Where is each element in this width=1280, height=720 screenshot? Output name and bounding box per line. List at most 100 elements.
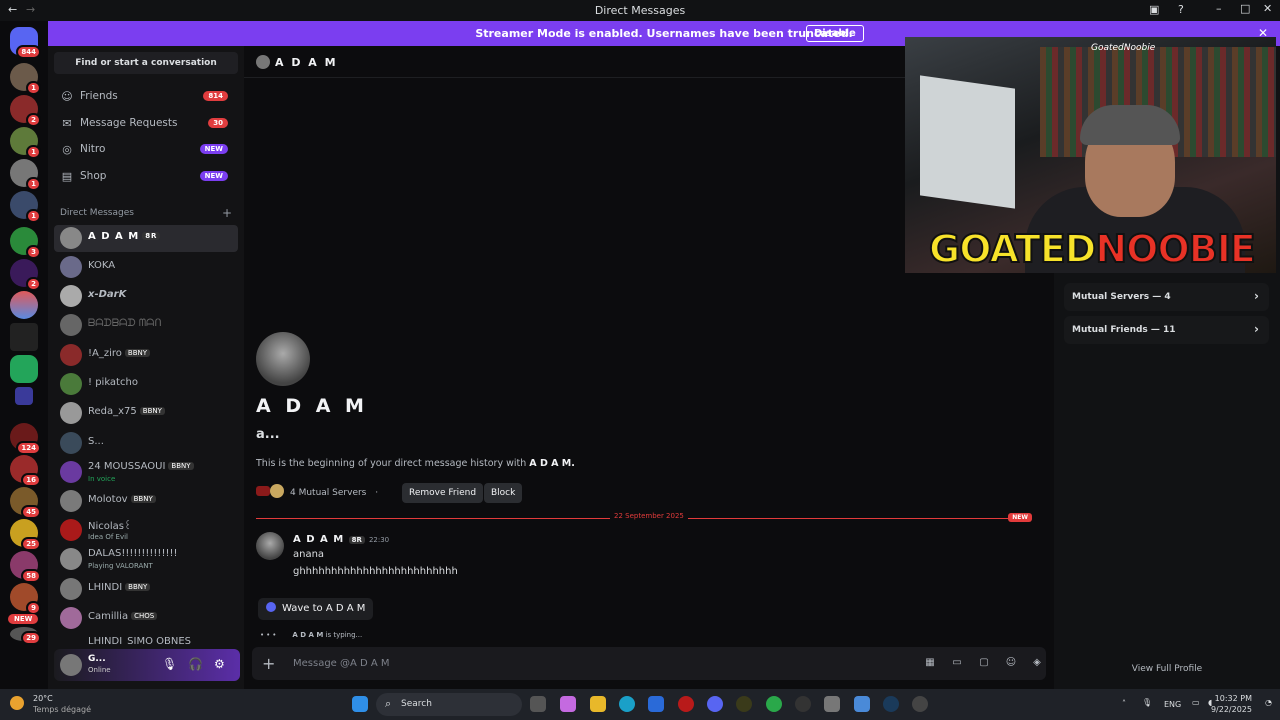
message-line: ghhhhhhhhhhhhhhhhhhhhhhhhh xyxy=(293,566,458,577)
microphone-icon[interactable]: 🎙 xyxy=(162,657,177,671)
obs-icon[interactable] xyxy=(912,696,928,712)
app-icon[interactable] xyxy=(795,696,811,712)
server-icon[interactable]: 9 xyxy=(10,583,41,615)
profile-avatar[interactable] xyxy=(256,332,310,386)
server-icon[interactable]: 58 xyxy=(10,551,41,583)
find-conversation-button[interactable]: Find or start a conversation xyxy=(54,52,238,74)
language-indicator[interactable]: ENG xyxy=(1164,700,1181,709)
nav-nitro[interactable]: ◎ Nitro NEW xyxy=(54,137,238,163)
minimize-icon[interactable]: – xyxy=(1216,2,1222,15)
file-explorer-icon[interactable] xyxy=(590,696,606,712)
task-view-icon[interactable] xyxy=(530,696,546,712)
disable-streamer-mode-button[interactable]: Disable xyxy=(806,25,864,42)
sticker-icon[interactable]: ▢ xyxy=(978,657,990,669)
dm-item[interactable]: LHINDI BBNY xyxy=(54,576,238,603)
dm-item[interactable]: !A_ziro BBNY xyxy=(54,342,238,369)
gear-icon[interactable]: ⚙ xyxy=(214,657,225,671)
folder-icon[interactable] xyxy=(15,387,33,405)
steam-icon[interactable] xyxy=(883,696,899,712)
store-icon[interactable] xyxy=(648,696,664,712)
window-title: Direct Messages xyxy=(594,4,686,17)
server-icon[interactable]: 29 xyxy=(10,627,41,645)
dm-item[interactable]: Nicolas꒰ Idea Of Evil xyxy=(54,517,238,544)
avatar[interactable] xyxy=(256,55,270,69)
server-icon[interactable]: 2 xyxy=(10,259,41,291)
server-icon[interactable]: 1 xyxy=(10,127,41,159)
create-dm-icon[interactable]: + xyxy=(222,206,232,220)
server-icon[interactable]: 3 xyxy=(10,227,41,259)
dm-item[interactable]: Camillia CHOS xyxy=(54,605,238,632)
server-icon[interactable]: 16 xyxy=(10,455,41,487)
plus-icon[interactable]: + xyxy=(262,654,275,673)
settings-icon[interactable] xyxy=(824,696,840,712)
dm-item[interactable]: x-DarK xyxy=(54,283,238,310)
dm-item[interactable]: KOKA xyxy=(54,254,238,281)
dm-item[interactable]: S... xyxy=(54,430,238,457)
avatar xyxy=(60,227,82,249)
close-window-icon[interactable]: ✕ xyxy=(1263,2,1272,15)
dm-item[interactable]: Reda_x75 BBNY xyxy=(54,400,238,427)
avatar xyxy=(60,578,82,600)
mutual-servers-row[interactable]: Mutual Servers — 4 › xyxy=(1064,283,1269,311)
avatar[interactable] xyxy=(256,532,284,560)
avatar xyxy=(60,461,82,483)
start-icon[interactable] xyxy=(352,696,368,712)
dm-item[interactable]: LHINDI_SIMO OBNES xyxy=(54,634,238,644)
avatar[interactable] xyxy=(60,654,82,676)
discord-icon[interactable] xyxy=(707,696,723,712)
headphones-icon[interactable]: 🎧 xyxy=(188,657,203,671)
server-icon[interactable]: 124 xyxy=(10,423,41,455)
dm-item[interactable]: 24 MOUSSAOUI BBNY In voice xyxy=(54,459,238,486)
mutual-servers[interactable]: 4 Mutual Servers · xyxy=(256,484,378,498)
dm-item[interactable]: A D A M 8R xyxy=(54,225,238,252)
server-icon[interactable]: 1 xyxy=(10,63,41,95)
network-icon[interactable]: ▭ xyxy=(1192,698,1200,707)
discover-icon[interactable] xyxy=(10,355,38,383)
dm-item[interactable]: ᗷᗩᗪᗷᗩᗪ ᗰᗩᑎ xyxy=(54,312,238,339)
app-icon[interactable] xyxy=(736,696,752,712)
chevron-up-icon[interactable]: ˄ xyxy=(1122,699,1126,708)
clock[interactable]: 10:32 PM 9/22/2025 xyxy=(1211,693,1252,715)
message-author[interactable]: A D A M xyxy=(293,534,344,545)
server-icon[interactable]: 2 xyxy=(10,95,41,127)
help-icon[interactable]: ? xyxy=(1178,3,1184,16)
server-icon[interactable]: 1 xyxy=(10,159,41,191)
user-status: Online xyxy=(88,666,111,674)
mutual-friends-row[interactable]: Mutual Friends — 11 › xyxy=(1064,316,1269,344)
server-icon[interactable] xyxy=(10,323,38,351)
microphone-icon[interactable]: 🎙 xyxy=(1142,698,1152,707)
message-input[interactable]: + Message @A D A M ▦ ▭ ▢ ☺ ◈ xyxy=(252,647,1046,680)
home-button[interactable]: 844 xyxy=(10,27,41,59)
chrome-icon[interactable] xyxy=(766,696,782,712)
server-icon[interactable]: 25 xyxy=(10,519,41,551)
inbox-icon[interactable]: ▣ xyxy=(1149,3,1159,16)
edge-icon[interactable] xyxy=(619,696,635,712)
server-icon[interactable]: 45 xyxy=(10,487,41,519)
server-badge: 1 xyxy=(26,145,41,159)
server-icon[interactable] xyxy=(10,291,38,319)
block-button[interactable]: Block xyxy=(484,483,523,503)
new-servers-badge[interactable]: NEW xyxy=(8,614,39,624)
nav-message-requests[interactable]: ✉ Message Requests 30 xyxy=(54,111,238,137)
app-icon[interactable] xyxy=(678,696,694,712)
remove-friend-button[interactable]: Remove Friend xyxy=(402,483,484,503)
taskbar-search[interactable]: ⌕ Search xyxy=(376,693,522,716)
emoji-icon[interactable]: ☺ xyxy=(1005,657,1017,669)
dm-item[interactable]: DALAS!!!!!!!!!!!!!! Playing VALORANT xyxy=(54,546,238,573)
wave-button[interactable]: Wave to A D A M xyxy=(258,598,374,620)
snipping-icon[interactable] xyxy=(854,696,870,712)
start-name: A D A M. xyxy=(529,458,575,469)
gif-icon[interactable]: ▭ xyxy=(951,657,963,669)
gift-icon[interactable]: ▦ xyxy=(924,657,936,669)
nav-friends[interactable]: ☺ Friends 814 xyxy=(54,84,238,110)
dm-item[interactable]: Molotov BBNY xyxy=(54,488,238,515)
copilot-icon[interactable] xyxy=(560,696,576,712)
activity-icon[interactable]: ◈ xyxy=(1031,657,1043,669)
view-full-profile-link[interactable]: View Full Profile xyxy=(1054,664,1280,674)
dm-item[interactable]: ! pikatcho xyxy=(54,371,238,398)
notification-icon[interactable]: ◔ xyxy=(1265,698,1272,707)
server-icon[interactable]: 1 xyxy=(10,191,41,223)
nav-shop[interactable]: ▤ Shop NEW xyxy=(54,164,238,190)
maximize-icon[interactable]: □ xyxy=(1240,2,1250,15)
start-text: This is the beginning of your direct mes… xyxy=(256,458,527,469)
